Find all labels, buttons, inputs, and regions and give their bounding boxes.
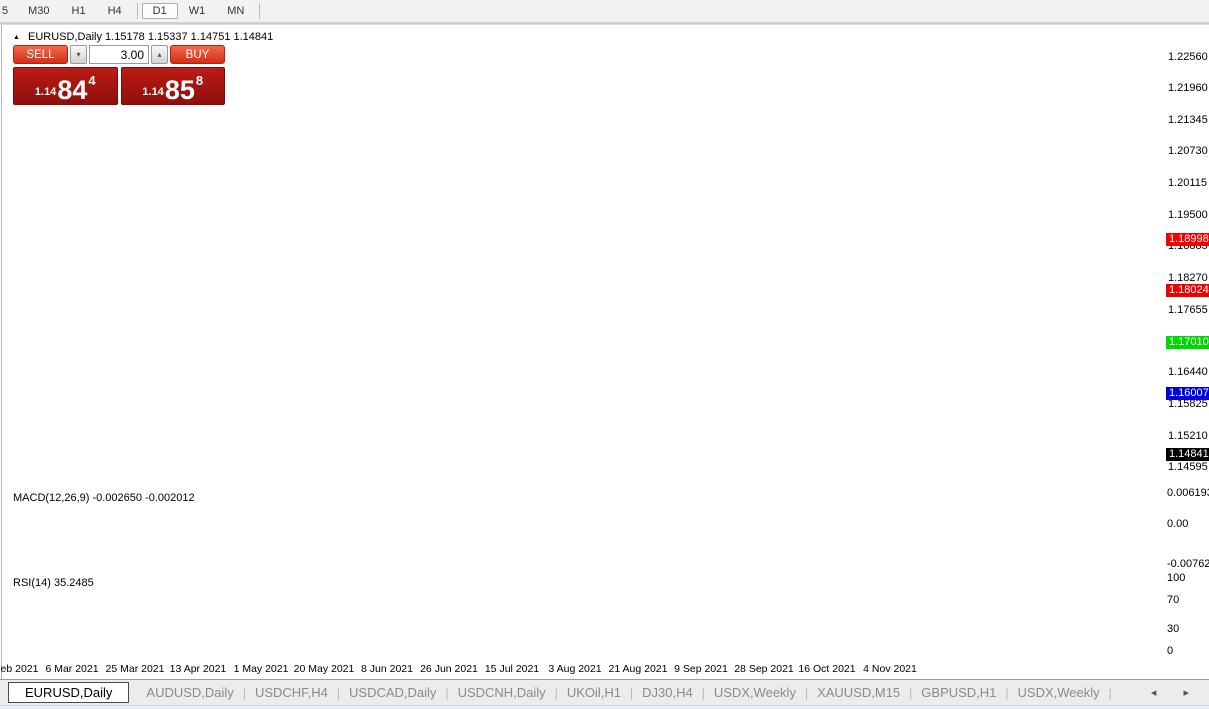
arrow-down-icon: ▾ <box>76 50 80 59</box>
timeframe-button-w1[interactable]: W1 <box>178 3 217 19</box>
chart-tab-bar: EURUSD,Daily AUDUSD,Daily|USDCHF,H4|USDC… <box>0 679 1209 705</box>
timeframe-toolbar: 5M30H1H4 D1W1MN <box>0 0 1209 23</box>
tab-eurusd-daily-active[interactable]: EURUSD,Daily <box>8 682 129 703</box>
tab-usdcnh-daily[interactable]: USDCNH,Daily <box>449 683 555 702</box>
macd-axis-top: 0.006193 <box>1167 487 1209 499</box>
tab-usdx-weekly[interactable]: USDX,Weekly <box>1009 683 1109 702</box>
price-tick-1.15210: 1.15210 <box>1168 430 1208 442</box>
ask-price-box[interactable]: 1.14 85 8 <box>121 67 226 105</box>
tab-gbpusd-h1[interactable]: GBPUSD,H1 <box>912 683 1005 702</box>
timeframe-button-mn[interactable]: MN <box>216 3 255 19</box>
chart-title: ▲ EURUSD,Daily 1.15178 1.15337 1.14751 1… <box>13 31 273 43</box>
rsi-indicator-label: RSI(14) 35.2485 <box>13 577 94 589</box>
macd-axis-zero: 0.00 <box>1167 518 1188 530</box>
toolbar-separator <box>137 3 138 19</box>
price-tick-1.20730: 1.20730 <box>1168 145 1208 157</box>
tab-scroll-left-icon[interactable]: ◂ <box>1151 687 1169 699</box>
timeframe-button-d1[interactable]: D1 <box>142 3 178 19</box>
bid-point: 4 <box>88 73 95 88</box>
bid-pips: 84 <box>57 79 87 102</box>
price-tick-1.21960: 1.21960 <box>1168 82 1208 94</box>
tab-scroll-right-icon[interactable]: ▸ <box>1183 687 1201 699</box>
tab-usdx-weekly[interactable]: USDX,Weekly <box>705 683 805 702</box>
price-tick-1.19500: 1.19500 <box>1168 209 1208 221</box>
volume-increase-button[interactable]: ▴ <box>151 45 168 64</box>
symbol-period-label: EURUSD,Daily <box>28 31 102 43</box>
volume-decrease-button[interactable]: ▾ <box>70 45 87 64</box>
timeframe-button-5[interactable]: 5 <box>0 3 17 19</box>
current-price-tag: 1.14841 <box>1166 448 1209 461</box>
price-tick-1.16440: 1.16440 <box>1168 366 1208 378</box>
price-tick-1.14595: 1.14595 <box>1168 461 1208 473</box>
rsi-axis-30: 30 <box>1167 623 1179 635</box>
ask-point: 8 <box>196 73 203 88</box>
tab-xauusd-m15[interactable]: XAUUSD,M15 <box>808 683 909 702</box>
tab-ukoil-h1[interactable]: UKOil,H1 <box>558 683 630 702</box>
rsi-axis-100: 100 <box>1167 572 1185 584</box>
timeframe-button-h1[interactable]: H1 <box>61 3 97 19</box>
price-tick-1.18270: 1.18270 <box>1168 272 1208 284</box>
tab-separator: | <box>1109 686 1112 700</box>
level-price-tag-1.16007: 1.16007 <box>1166 387 1209 400</box>
bid-price-box[interactable]: 1.14 84 4 <box>13 67 118 105</box>
level-price-tag-1.17010: 1.17010 <box>1166 336 1209 349</box>
price-tick-1.17655: 1.17655 <box>1168 304 1208 316</box>
macd-indicator-label: MACD(12,26,9) -0.002650 -0.002012 <box>13 492 195 504</box>
tab-audusd-daily[interactable]: AUDUSD,Daily <box>137 683 242 702</box>
date-label: 4 Nov 2021 <box>850 663 930 675</box>
buy-button[interactable]: BUY <box>170 45 225 64</box>
tab-usdchf-h4[interactable]: USDCHF,H4 <box>246 683 337 702</box>
rsi-axis-0: 0 <box>1167 645 1173 657</box>
level-price-tag-1.18024: 1.18024 <box>1166 284 1209 297</box>
timeframe-button-m30[interactable]: M30 <box>17 3 60 19</box>
collapse-triangle-icon[interactable]: ▲ <box>13 34 20 41</box>
ohlc-values: 1.15178 1.15337 1.14751 1.14841 <box>105 31 273 43</box>
arrow-up-icon: ▴ <box>158 50 162 59</box>
price-tick-1.20115: 1.20115 <box>1168 177 1207 189</box>
trading-terminal: 5M30H1H4 D1W1MN ▲ EURUSD,Daily 1.15178 1.… <box>0 0 1209 709</box>
tab-usdcad-daily[interactable]: USDCAD,Daily <box>340 683 445 702</box>
ask-pips: 85 <box>165 79 195 102</box>
tab-dj30-h4[interactable]: DJ30,H4 <box>633 683 702 702</box>
bid-figure: 1.14 <box>35 86 56 98</box>
level-price-tag-1.18998: 1.18998 <box>1166 233 1209 246</box>
chart-window-background <box>0 25 1209 679</box>
macd-axis-bottom: -0.007621 <box>1167 558 1209 570</box>
rsi-axis-70: 70 <box>1167 594 1179 606</box>
ask-figure: 1.14 <box>142 86 163 98</box>
timeframe-button-h4[interactable]: H4 <box>97 3 133 19</box>
toolbar-separator <box>259 3 260 19</box>
sell-button[interactable]: SELL <box>13 45 68 64</box>
price-tick-1.21345: 1.21345 <box>1168 114 1208 126</box>
volume-input[interactable] <box>89 45 149 64</box>
one-click-trade-panel: SELL ▾ ▴ BUY 1.14 84 4 1.14 85 8 <box>13 45 225 105</box>
window-left-edge <box>1 25 2 679</box>
price-tick-1.22560: 1.22560 <box>1168 51 1208 63</box>
window-bottom-edge <box>0 705 1209 709</box>
